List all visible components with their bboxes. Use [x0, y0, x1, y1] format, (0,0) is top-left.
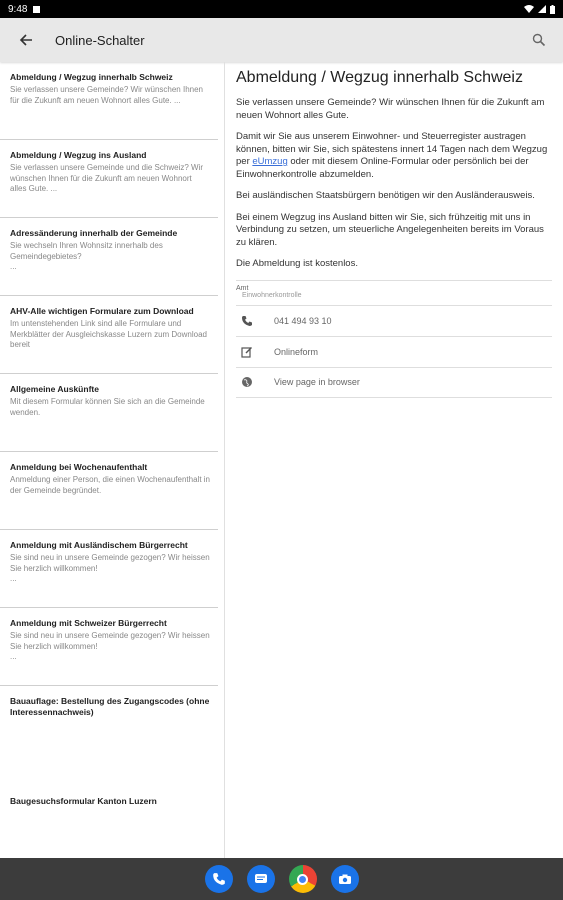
- detail-paragraph: Bei einem Wegzug ins Ausland bitten wir …: [236, 211, 544, 248]
- amt-value: Einwohnerkontrolle: [242, 291, 302, 299]
- onlineform-row[interactable]: Onlineform: [236, 335, 552, 367]
- dock: [0, 858, 563, 900]
- list-item-desc: Sie wechseln Ihren Wohnsitz innerhalb de…: [10, 241, 163, 271]
- app-bar: Online-Schalter: [0, 18, 563, 62]
- browser-label: View page in browser: [274, 377, 360, 387]
- camera-app-icon[interactable]: [330, 865, 359, 893]
- detail-paragraph: Damit wir Sie aus unserem Einwohner- und…: [236, 131, 563, 181]
- list-item-title: Abmeldung / Wegzug ins Ausland: [10, 150, 147, 160]
- list-item-desc: Sie verlassen unsere Gemeinde und die Sc…: [10, 163, 203, 193]
- onlineform-label: Onlineform: [274, 346, 319, 357]
- list-item-title: Bauauflage: Bestellung des Zugangscodes …: [10, 696, 210, 717]
- list-item[interactable]: Adressänderung innerhalb der Gemeinde Si…: [0, 218, 218, 296]
- status-bar: 9:48: [0, 0, 563, 18]
- detail-paragraph: Sie verlassen unsere Gemeinde? Wir wünsc…: [236, 97, 545, 121]
- phone-row[interactable]: 041 494 93 10: [236, 304, 552, 336]
- list-item-title: Anmeldung bei Wochenaufenthalt: [10, 462, 148, 472]
- list-item[interactable]: AHV-Alle wichtigen Formulare zum Downloa…: [0, 296, 218, 374]
- detail-pane: Abmeldung / Wegzug innerhalb Schweiz Sie…: [236, 62, 563, 858]
- notification-icon: [33, 5, 41, 13]
- detail-paragraph: Die Abmeldung ist kostenlos.: [236, 258, 358, 269]
- wifi-icon: [524, 5, 534, 13]
- battery-icon: [550, 4, 555, 14]
- list-item[interactable]: Abmeldung / Wegzug innerhalb Schweiz Sie…: [0, 62, 218, 140]
- browser-row[interactable]: View page in browser: [236, 366, 552, 398]
- chrome-app-icon[interactable]: [288, 865, 317, 893]
- detail-paragraph: Bei ausländischen Staatsbürgern benötige…: [236, 190, 535, 201]
- list-item-title: Adressänderung innerhalb der Gemeinde: [10, 228, 178, 238]
- messages-app-icon[interactable]: [246, 865, 275, 893]
- list-item[interactable]: Abmeldung / Wegzug ins Ausland Sie verla…: [0, 140, 218, 218]
- search-icon[interactable]: [532, 32, 548, 48]
- list-item-desc: Anmeldung einer Person, die einen Wochen…: [10, 475, 210, 495]
- eumzug-link[interactable]: eUmzug: [252, 156, 287, 167]
- list-item-desc: Sie sind neu in unsere Gemeinde gezogen?…: [10, 553, 210, 583]
- list-item-title: AHV-Alle wichtigen Formulare zum Downloa…: [10, 306, 194, 316]
- list-item-desc: Mit diesem Formular können Sie sich an d…: [10, 397, 205, 417]
- list-item-desc: Im untenstehenden Link sind alle Formula…: [10, 319, 207, 349]
- service-list: Abmeldung / Wegzug innerhalb Schweiz Sie…: [0, 62, 225, 858]
- list-item-title: Anmeldung mit Ausländischem Bürgerrecht: [10, 540, 188, 550]
- list-item[interactable]: Anmeldung mit Ausländischem Bürgerrecht …: [0, 530, 218, 608]
- list-item-title: Baugesuchsformular Kanton Luzern: [10, 796, 157, 806]
- list-item[interactable]: Anmeldung bei Wochenaufenthalt Anmeldung…: [0, 452, 218, 530]
- list-item-desc: Sie verlassen unsere Gemeinde? Wir wünsc…: [10, 85, 203, 105]
- amt-label: Amt: [236, 284, 249, 292]
- arrow-back-icon[interactable]: [17, 31, 35, 49]
- signal-icon: [538, 5, 546, 13]
- detail-title: Abmeldung / Wegzug innerhalb Schweiz: [236, 69, 523, 86]
- list-item-title: Allgemeine Auskünfte: [10, 384, 99, 394]
- page-title: Online-Schalter: [55, 32, 145, 48]
- list-item[interactable]: Anmeldung mit Schweizer Bürgerrecht Sie …: [0, 608, 218, 686]
- phone-number: 041 494 93 10: [274, 315, 332, 326]
- amt-box: Amt Einwohnerkontrolle: [236, 279, 552, 299]
- phone-app-icon[interactable]: [204, 865, 233, 893]
- list-item[interactable]: Baugesuchsformular Kanton Luzern: [0, 786, 218, 846]
- list-item[interactable]: Allgemeine Auskünfte Mit diesem Formular…: [0, 374, 218, 452]
- status-icons: [524, 4, 555, 14]
- list-item[interactable]: Bauauflage: Bestellung des Zugangscodes …: [0, 686, 218, 786]
- list-item-title: Abmeldung / Wegzug innerhalb Schweiz: [10, 72, 173, 82]
- list-item-title: Anmeldung mit Schweizer Bürgerrecht: [10, 618, 167, 628]
- edit-icon: [240, 345, 254, 359]
- list-item-desc: Sie sind neu in unsere Gemeinde gezogen?…: [10, 631, 210, 661]
- globe-icon: [240, 375, 254, 389]
- status-time: 9:48: [8, 3, 28, 15]
- phone-icon: [240, 314, 254, 328]
